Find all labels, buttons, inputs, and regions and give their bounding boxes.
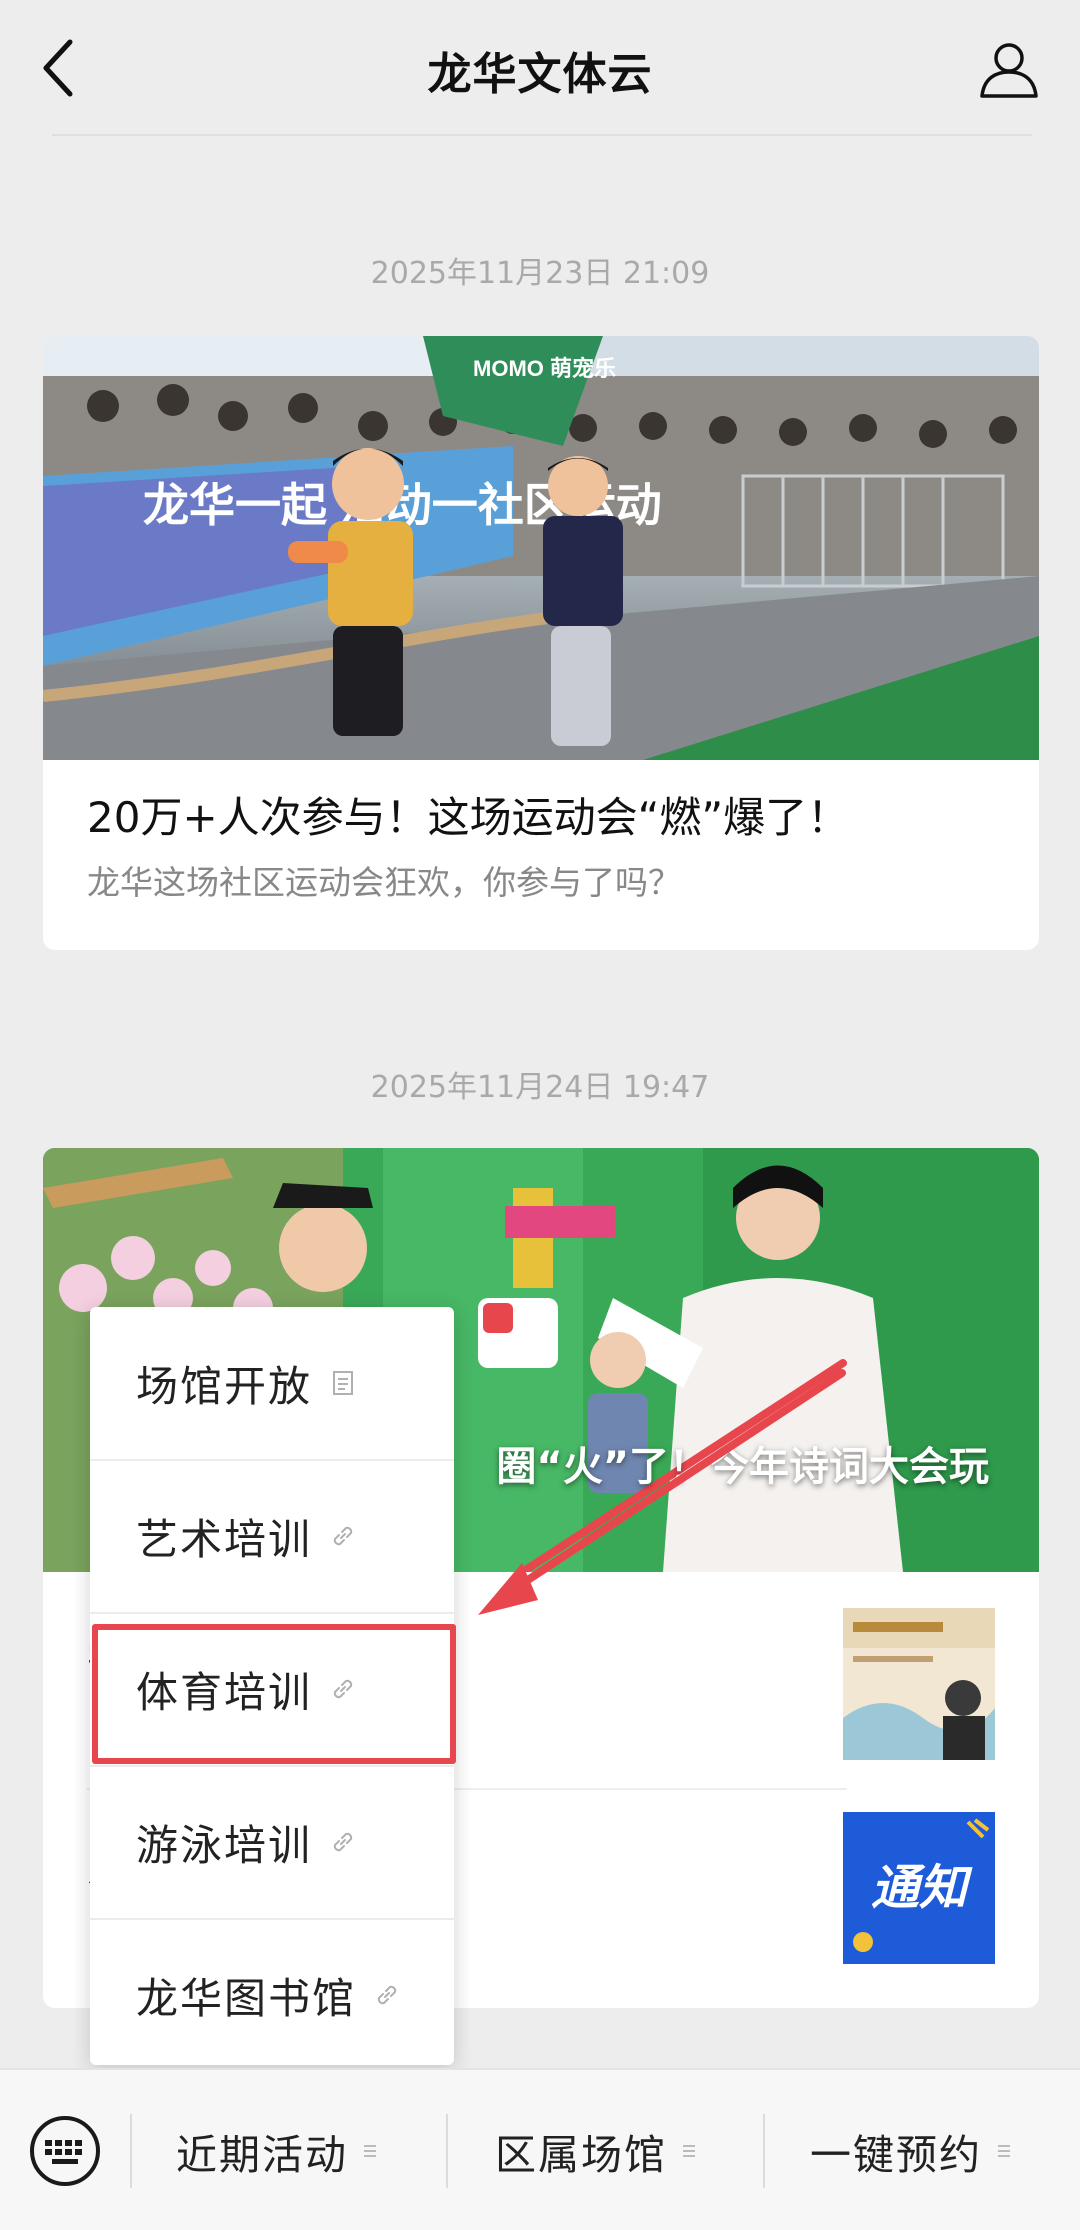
bottom-bar-divider xyxy=(763,2114,765,2188)
bottom-menu-label: 近期活动 xyxy=(176,2131,348,2179)
bottom-bar-divider xyxy=(446,2114,448,2188)
submenu-icon xyxy=(683,2145,695,2157)
top-nav-bar: 龙华文体云 xyxy=(0,0,1080,136)
notice-thumbnail: 通知 xyxy=(843,1812,995,1964)
keyboard-toggle-icon[interactable] xyxy=(28,2114,102,2188)
page-title: 龙华文体云 xyxy=(427,49,653,100)
message-timestamp: 2025年11月24日 19:47 xyxy=(370,1070,710,1105)
submenu-icon xyxy=(364,2145,376,2157)
menu-item-library[interactable]: 龙华图书馆 xyxy=(90,1919,454,2065)
bottom-menu-one-click-booking[interactable]: 一键预约 xyxy=(810,2126,1012,2179)
header-divider xyxy=(52,134,1032,136)
article-card[interactable]: 龙华一起 活动一社区运动 MOMO 萌宠乐 20万+人次参与！这场运动会“燃”爆… xyxy=(43,336,1039,950)
article-icon xyxy=(333,1371,354,1395)
menu-item-swim-training[interactable]: 游泳培训 xyxy=(90,1766,454,1918)
user-profile-icon[interactable] xyxy=(978,38,1040,100)
menu-item-label: 艺术培训 xyxy=(136,1514,313,1564)
bottom-menu-bar: 近期活动 区属场馆 一键预约 xyxy=(0,2068,1080,2230)
article-cover-image[interactable]: 龙华一起 活动一社区运动 MOMO 萌宠乐 xyxy=(43,336,1039,760)
article-thumbnail xyxy=(843,1608,995,1760)
highlight-box xyxy=(92,1624,456,1764)
message-timestamp: 2025年11月23日 21:09 xyxy=(370,256,710,291)
menu-item-label: 龙华图书馆 xyxy=(136,1973,357,2023)
sign-text: MOMO 萌宠乐 xyxy=(473,356,616,381)
notice-thumb-label: 通知 xyxy=(871,1860,973,1916)
article-subtitle: 龙华这场社区运动会狂欢，你参与了吗？ xyxy=(87,863,681,902)
bottom-bar-divider xyxy=(130,2114,132,2188)
link-icon xyxy=(333,1832,353,1852)
link-icon xyxy=(377,1985,397,2005)
bottom-menu-recent-events[interactable]: 近期活动 xyxy=(176,2126,378,2179)
bottom-menu-label: 一键预约 xyxy=(810,2131,982,2179)
article-headline[interactable]: 20万+人次参与！这场运动会“燃”爆了！ xyxy=(87,784,849,845)
bottom-menu-label: 区属场馆 xyxy=(495,2131,667,2179)
link-icon xyxy=(333,1526,353,1546)
menu-item-art-training[interactable]: 艺术培训 xyxy=(90,1460,454,1612)
menu-item-venue-open[interactable]: 场馆开放 xyxy=(90,1307,454,1459)
bottom-menu-district-venues[interactable]: 区属场馆 xyxy=(495,2126,697,2179)
submenu-icon xyxy=(998,2145,1010,2157)
sports-meet-photo: 龙华一起 活动一社区运动 MOMO 萌宠乐 xyxy=(43,336,1039,760)
menu-item-label: 游泳培训 xyxy=(136,1820,313,1870)
menu-item-label: 场馆开放 xyxy=(136,1361,313,1411)
